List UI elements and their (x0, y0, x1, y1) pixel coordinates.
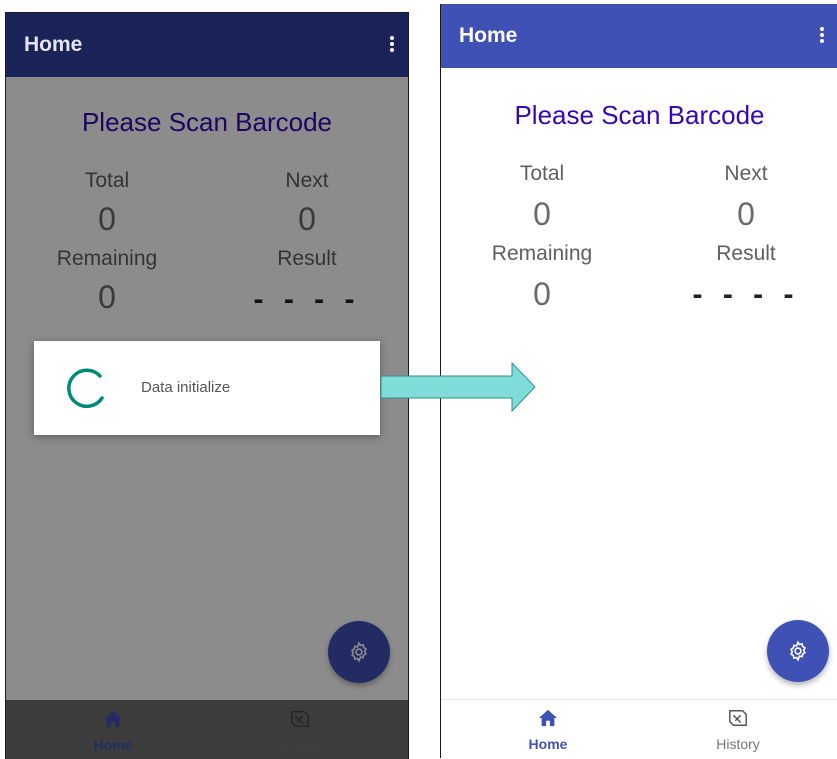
app-bar-title: Home (459, 24, 518, 47)
scan-prompt-heading: Please Scan Barcode (514, 100, 765, 130)
settings-fab[interactable] (767, 620, 829, 682)
loading-spinner-icon (67, 368, 104, 409)
bottom-navigation: Home History (441, 699, 837, 758)
next-value: 0 (737, 196, 755, 232)
remaining-label: Remaining (491, 242, 593, 265)
total-label: Total (519, 162, 565, 185)
history-icon (729, 710, 747, 726)
home-icon (538, 709, 558, 727)
nav-history[interactable]: History (678, 708, 798, 752)
nav-home[interactable]: Home (488, 708, 608, 752)
total-value: 0 (533, 196, 551, 232)
next-label: Next (724, 162, 768, 185)
result-value: - - - - (692, 278, 800, 311)
loading-dialog: Data initialize (34, 341, 380, 435)
result-label: Result (716, 242, 776, 265)
transition-arrow-icon (380, 362, 536, 412)
nav-home-label: Home (528, 736, 568, 752)
gear-icon (790, 640, 806, 662)
phone-screen-loading: Home Please Scan Barcode Total Next 0 0 … (5, 12, 409, 759)
more-options-icon[interactable] (816, 25, 828, 47)
app-bar: Home (441, 4, 837, 68)
remaining-value: 0 (533, 276, 551, 312)
nav-history-label: History (716, 736, 760, 752)
loading-message: Data initialize (141, 379, 231, 396)
